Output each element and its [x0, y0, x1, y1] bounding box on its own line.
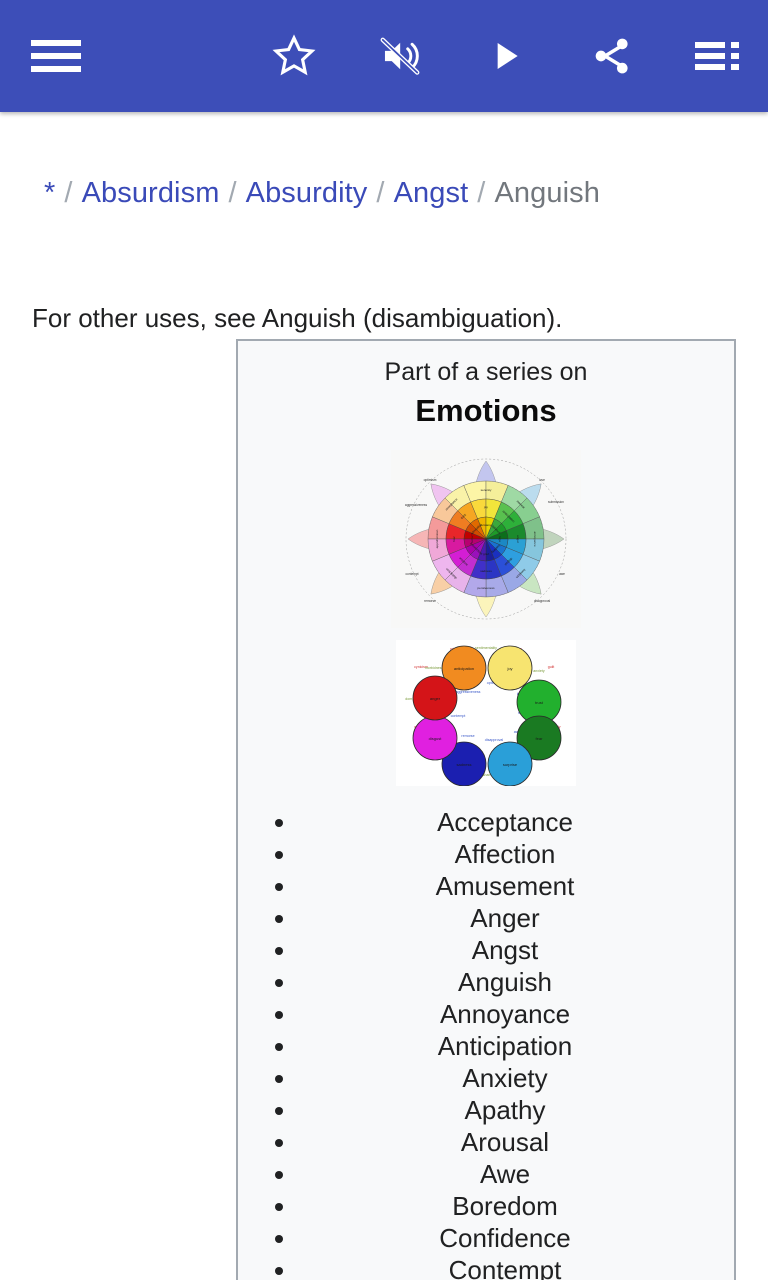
svg-text:morbidness: morbidness	[425, 666, 444, 670]
list-item[interactable]: Amusement	[246, 870, 726, 902]
list-item[interactable]: Apathy	[246, 1094, 726, 1126]
svg-text:apprehension: apprehension	[435, 529, 439, 548]
hamburger-menu-icon[interactable]	[28, 28, 84, 84]
breadcrumb-item-absurdism[interactable]: Absurdism	[82, 177, 220, 209]
plutchik-eight-primary-emotions-circle: pride hope sentimentality guilt anxiety …	[396, 640, 576, 786]
list-item[interactable]: Angst	[246, 934, 726, 966]
infobox-image-emotion-circles[interactable]: pride hope sentimentality guilt anxiety …	[246, 640, 726, 786]
svg-text:submission: submission	[548, 500, 564, 504]
emotion-link[interactable]: Anger	[470, 903, 539, 933]
volume-off-icon[interactable]	[372, 28, 428, 84]
svg-text:rage: rage	[498, 536, 502, 542]
emotion-link[interactable]: Amusement	[436, 871, 575, 901]
hatnote: For other uses, see Anguish (disambiguat…	[32, 303, 563, 333]
infobox-image-plutchik-wheel[interactable]: serenity joy ecstasy pensiveness sadness…	[246, 450, 726, 628]
svg-text:joy: joy	[506, 666, 512, 671]
svg-text:optimism: optimism	[424, 478, 437, 482]
list-item[interactable]: Anguish	[246, 966, 726, 998]
svg-text:surprise: surprise	[503, 762, 518, 767]
share-icon[interactable]	[584, 28, 640, 84]
svg-text:anger: anger	[430, 696, 441, 701]
list-item[interactable]: Annoyance	[246, 998, 726, 1030]
emotion-link[interactable]: Contempt	[449, 1255, 562, 1280]
svg-text:aggressiveness: aggressiveness	[405, 503, 428, 507]
svg-text:anger: anger	[516, 535, 520, 543]
svg-text:grief: grief	[483, 552, 489, 556]
svg-text:sadness: sadness	[457, 762, 472, 767]
table-of-contents-icon[interactable]	[690, 28, 746, 84]
infobox-emotions: Part of a series on Emotions serenity jo…	[236, 339, 736, 1280]
emotion-link[interactable]: Confidence	[439, 1223, 571, 1253]
app-bar	[0, 0, 768, 112]
svg-text:disgust: disgust	[429, 736, 443, 741]
svg-text:remorse: remorse	[424, 599, 436, 603]
list-item[interactable]: Affection	[246, 838, 726, 870]
svg-text:aggressiveness: aggressiveness	[456, 690, 481, 694]
emotion-link[interactable]: Anguish	[458, 967, 552, 997]
svg-text:awe: awe	[559, 572, 565, 576]
infobox-title: Emotions	[415, 393, 557, 428]
svg-text:sentimentality: sentimentality	[475, 646, 497, 650]
svg-text:pensiveness: pensiveness	[477, 586, 495, 590]
breadcrumb-separator: /	[477, 177, 486, 209]
list-item[interactable]: Anxiety	[246, 1062, 726, 1094]
emotion-link[interactable]: Boredom	[452, 1191, 558, 1221]
emotion-link[interactable]: Arousal	[461, 1127, 549, 1157]
list-item[interactable]: Acceptance	[246, 806, 726, 838]
svg-text:remorse: remorse	[461, 734, 474, 738]
breadcrumb-item-anguish: Anguish	[494, 177, 600, 209]
breadcrumb-separator: /	[228, 177, 237, 209]
list-item[interactable]: Anger	[246, 902, 726, 934]
svg-text:fear: fear	[452, 536, 456, 541]
svg-text:disapproval: disapproval	[534, 599, 551, 603]
emotions-list: Acceptance Affection Amusement Anger Ang…	[246, 806, 726, 1280]
svg-text:serenity: serenity	[481, 488, 492, 492]
emotion-link[interactable]: Angst	[472, 935, 539, 965]
article-page: * / Absurdism / Absurdity / Angst / Anguish For …	[0, 0, 768, 1280]
svg-text:anxiety: anxiety	[533, 669, 545, 673]
list-item[interactable]: Boredom	[246, 1190, 726, 1222]
emotion-link[interactable]: Acceptance	[437, 807, 573, 837]
svg-text:joy: joy	[483, 505, 488, 509]
emotion-link[interactable]: Anxiety	[462, 1063, 547, 1093]
emotion-link[interactable]: Awe	[480, 1159, 530, 1189]
svg-text:trust: trust	[535, 700, 544, 705]
play-icon[interactable]	[478, 28, 534, 84]
breadcrumb-star[interactable]: *	[44, 177, 55, 209]
breadcrumb-item-absurdity[interactable]: Absurdity	[246, 177, 368, 209]
svg-text:ecstasy: ecstasy	[481, 523, 492, 527]
svg-text:terror: terror	[470, 535, 474, 542]
emotion-link[interactable]: Anticipation	[438, 1031, 572, 1061]
list-item[interactable]: Arousal	[246, 1126, 726, 1158]
svg-text:guilt: guilt	[548, 665, 555, 669]
svg-text:sadness: sadness	[480, 569, 492, 573]
app-bar-actions	[112, 28, 768, 84]
list-item[interactable]: Contempt	[246, 1254, 726, 1280]
emotion-link[interactable]: Annoyance	[440, 999, 570, 1029]
svg-text:love: love	[539, 478, 545, 482]
breadcrumb-separator: /	[64, 177, 73, 209]
svg-text:annoyance: annoyance	[533, 531, 537, 546]
svg-text:contempt: contempt	[451, 714, 466, 718]
infobox-above-label: Part of a series on	[384, 358, 588, 386]
svg-text:fear: fear	[536, 736, 544, 741]
app-bar-left	[0, 28, 112, 84]
breadcrumb: * / Absurdism / Absurdity / Angst / Anguish	[0, 172, 768, 214]
emotion-link[interactable]: Apathy	[465, 1095, 546, 1125]
svg-text:contempt: contempt	[405, 572, 418, 576]
list-item[interactable]: Confidence	[246, 1222, 726, 1254]
svg-text:disapproval: disapproval	[485, 738, 504, 742]
breadcrumb-item-angst[interactable]: Angst	[394, 177, 469, 209]
watchstar-icon[interactable]	[266, 28, 322, 84]
list-item[interactable]: Anticipation	[246, 1030, 726, 1062]
list-item[interactable]: Awe	[246, 1158, 726, 1190]
plutchik-wheel-of-emotions: serenity joy ecstasy pensiveness sadness…	[391, 450, 581, 628]
svg-text:anticipation: anticipation	[454, 666, 474, 671]
breadcrumb-separator: /	[376, 177, 385, 209]
emotion-link[interactable]: Affection	[455, 839, 556, 869]
